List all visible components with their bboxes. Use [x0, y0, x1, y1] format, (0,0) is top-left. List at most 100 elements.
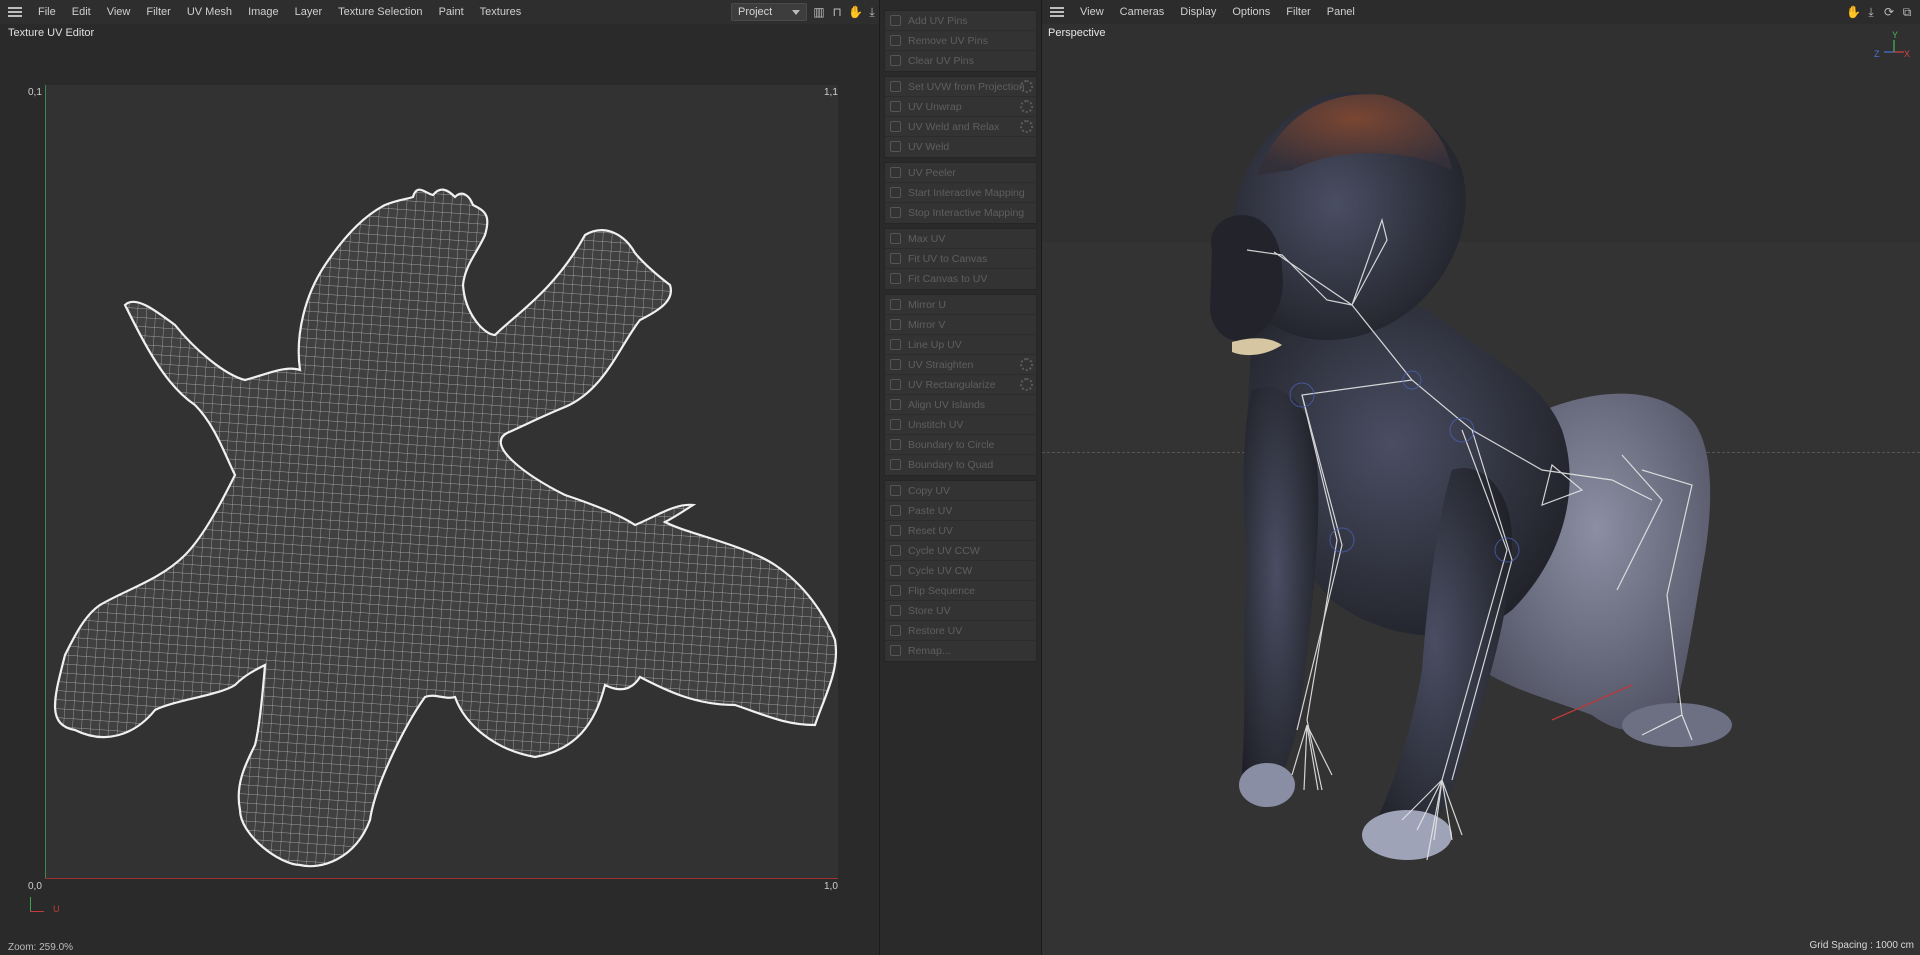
command-store-uv[interactable]: Store UV: [885, 601, 1036, 621]
uv-menu-file[interactable]: File: [30, 0, 64, 24]
project-select[interactable]: Project: [731, 3, 807, 21]
lock-icon[interactable]: ⊓: [830, 5, 844, 19]
command-clear-uv-pins[interactable]: Clear UV Pins: [885, 51, 1036, 71]
command-set-uvw-from-projection[interactable]: Set UVW from Projection: [885, 77, 1036, 97]
pan-hand-icon[interactable]: ✋: [1846, 5, 1861, 19]
download-icon[interactable]: ⤓: [865, 5, 879, 19]
viewport-menu-cameras[interactable]: Cameras: [1112, 0, 1173, 24]
command-max-uv[interactable]: Max UV: [885, 229, 1036, 249]
pin-clear-icon: [890, 55, 901, 66]
command-mirror-u[interactable]: Mirror U: [885, 295, 1036, 315]
command-line-up-uv[interactable]: Line Up UV: [885, 335, 1036, 355]
store-icon: [890, 605, 901, 616]
command-paste-uv[interactable]: Paste UV: [885, 501, 1036, 521]
command-label: UV Straighten: [908, 359, 974, 371]
command-uv-unwrap[interactable]: UV Unwrap: [885, 97, 1036, 117]
uv-menu-texture-selection[interactable]: Texture Selection: [330, 0, 430, 24]
gear-icon[interactable]: [1020, 100, 1033, 113]
viewport-menu-filter[interactable]: Filter: [1278, 0, 1318, 24]
command-stop-interactive-mapping[interactable]: Stop Interactive Mapping: [885, 203, 1036, 223]
command-cycle-uv-cw[interactable]: Cycle UV CW: [885, 561, 1036, 581]
perspective-viewport[interactable]: View Cameras Display Options Filter Panel ✋ ⤓…: [1042, 0, 1920, 955]
mirror-v-icon: [890, 319, 901, 330]
corner-label-bottom-left: 0,0: [28, 881, 42, 892]
command-uv-weld[interactable]: UV Weld: [885, 137, 1036, 157]
command-fit-uv-to-canvas[interactable]: Fit UV to Canvas: [885, 249, 1036, 269]
command-label: UV Rectangularize: [908, 379, 996, 391]
straighten-icon: [890, 359, 901, 370]
command-label: Paste UV: [908, 505, 953, 517]
uv-mesh-island[interactable]: [45, 85, 838, 878]
command-add-uv-pins[interactable]: Add UV Pins: [885, 11, 1036, 31]
command-label: Flip Sequence: [908, 585, 976, 597]
uv-menu-textures[interactable]: Textures: [472, 0, 530, 24]
command-align-uv-islands[interactable]: Align UV Islands: [885, 395, 1036, 415]
axis-gizmo: Y X Z: [1874, 30, 1910, 60]
hamburger-menu-icon[interactable]: [1050, 7, 1064, 17]
command-flip-sequence[interactable]: Flip Sequence: [885, 581, 1036, 601]
remap-icon: [890, 645, 901, 656]
command-copy-uv[interactable]: Copy UV: [885, 481, 1036, 501]
command-label: Reset UV: [908, 525, 953, 537]
command-uv-straighten[interactable]: UV Straighten: [885, 355, 1036, 375]
gear-icon[interactable]: [1020, 120, 1033, 133]
uv-menu-uv-mesh[interactable]: UV Mesh: [179, 0, 240, 24]
viewport-menu-panel[interactable]: Panel: [1319, 0, 1363, 24]
gorilla-model[interactable]: [1042, 0, 1920, 955]
command-group: Mirror U Mirror V Line Up UV UV Straighten U…: [884, 294, 1037, 476]
uv-menu-paint[interactable]: Paint: [431, 0, 472, 24]
command-label: Boundary to Circle: [908, 439, 995, 451]
command-uv-peeler[interactable]: UV Peeler: [885, 163, 1036, 183]
viewport-menubar: View Cameras Display Options Filter Panel ✋ ⤓…: [1042, 0, 1920, 24]
fit-canvas-icon: [890, 273, 901, 284]
panel-title: Texture UV Editor: [8, 27, 95, 39]
command-uv-rectangularize[interactable]: UV Rectangularize: [885, 375, 1036, 395]
pan-hand-icon[interactable]: ✋: [848, 5, 863, 19]
maximize-icon[interactable]: ⧉: [1900, 5, 1914, 19]
axis-label-y: Y: [1892, 30, 1899, 40]
command-label: Unstitch UV: [908, 419, 964, 431]
command-mirror-v[interactable]: Mirror V: [885, 315, 1036, 335]
command-boundary-to-circle[interactable]: Boundary to Circle: [885, 435, 1036, 455]
command-unstitch-uv[interactable]: Unstitch UV: [885, 415, 1036, 435]
corner-label-top-right: 1,1: [824, 87, 838, 98]
command-fit-canvas-to-uv[interactable]: Fit Canvas to UV: [885, 269, 1036, 289]
gear-icon[interactable]: [1020, 358, 1033, 371]
v-axis-line: [45, 85, 46, 878]
dolly-arrow-icon[interactable]: ⤓: [1864, 5, 1878, 19]
orbit-icon[interactable]: ⟳: [1882, 5, 1896, 19]
command-uv-weld-and-relax[interactable]: UV Weld and Relax: [885, 117, 1036, 137]
gear-icon[interactable]: [1020, 80, 1033, 93]
viewport-menu-options[interactable]: Options: [1224, 0, 1278, 24]
command-cycle-uv-ccw[interactable]: Cycle UV CCW: [885, 541, 1036, 561]
command-label: UV Weld and Relax: [908, 121, 1000, 133]
paste-icon: [890, 505, 901, 516]
uv-menu-filter[interactable]: Filter: [138, 0, 178, 24]
pin-remove-icon: [890, 35, 901, 46]
uv-menu-image[interactable]: Image: [240, 0, 287, 24]
command-boundary-to-quad[interactable]: Boundary to Quad: [885, 455, 1036, 475]
command-remove-uv-pins[interactable]: Remove UV Pins: [885, 31, 1036, 51]
command-reset-uv[interactable]: Reset UV: [885, 521, 1036, 541]
command-remap[interactable]: Remap...: [885, 641, 1036, 661]
histogram-icon[interactable]: ▥: [812, 5, 826, 19]
mirror-u-icon: [890, 299, 901, 310]
rectangularize-icon: [890, 379, 901, 390]
restore-icon: [890, 625, 901, 636]
hamburger-menu-icon[interactable]: [8, 7, 22, 17]
projection-icon: [890, 81, 901, 92]
command-restore-uv[interactable]: Restore UV: [885, 621, 1036, 641]
viewport-menu-display[interactable]: Display: [1172, 0, 1224, 24]
command-group: Max UV Fit UV to Canvas Fit Canvas to UV: [884, 228, 1037, 290]
uv-menu-view[interactable]: View: [99, 0, 139, 24]
command-label: Max UV: [908, 233, 946, 245]
gear-icon[interactable]: [1020, 378, 1033, 391]
viewport-menu-view[interactable]: View: [1072, 0, 1112, 24]
uv-menu-edit[interactable]: Edit: [64, 0, 99, 24]
command-label: UV Unwrap: [908, 101, 962, 113]
u-axis-line: [45, 878, 838, 879]
command-start-interactive-mapping[interactable]: Start Interactive Mapping: [885, 183, 1036, 203]
uv-menu-layer[interactable]: Layer: [287, 0, 331, 24]
command-label: Restore UV: [908, 625, 963, 637]
chevron-down-icon: [792, 10, 800, 15]
